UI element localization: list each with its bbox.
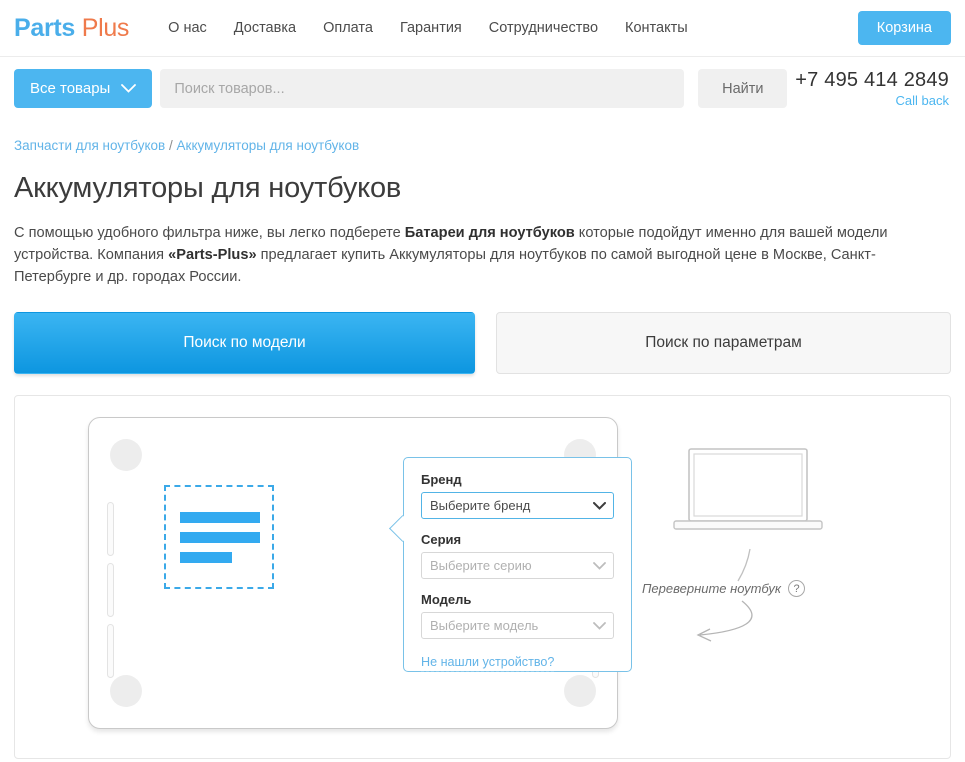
flip-laptop-hint-text: Переверните ноутбук ? [642, 580, 805, 597]
brand-select[interactable]: Выберите бренд [421, 492, 614, 519]
breadcrumb-separator: / [169, 138, 173, 153]
laptop-foot-icon [564, 675, 596, 707]
phone-number: +7 495 414 2849 [795, 69, 949, 92]
all-goods-label: Все товары [30, 80, 110, 97]
laptop-open-icon [622, 421, 922, 711]
chevron-down-icon [593, 622, 606, 630]
series-select-value: Выберите серию [430, 558, 532, 573]
contact-block: +7 495 414 2849 Call back [795, 69, 951, 108]
laptop-foot-icon [110, 439, 142, 471]
brand-field-label: Бренд [421, 472, 614, 487]
breadcrumb: Запчасти для ноутбуков / Аккумуляторы дл… [14, 138, 951, 153]
search-input[interactable] [160, 69, 684, 108]
search-mode-tabs: Поиск по модели Поиск по параметрам [14, 312, 951, 374]
main-navigation: О нас Доставка Оплата Гарантия Сотруднич… [168, 20, 688, 36]
brand-select-value: Выберите бренд [430, 498, 530, 513]
page-description: С помощью удобного фильтра ниже, вы легк… [14, 222, 944, 288]
page-content: Запчасти для ноутбуков / Аккумуляторы дл… [0, 138, 965, 374]
tab-search-by-model[interactable]: Поиск по модели [14, 312, 475, 374]
search-bar: Все товары Найти +7 495 414 2849 Call ba… [0, 57, 965, 118]
laptop-vent-slot-icon [107, 624, 114, 678]
laptop-label-sticker-icon [164, 485, 274, 589]
nav-item-payment[interactable]: Оплата [323, 20, 373, 36]
chevron-down-icon [121, 84, 136, 93]
sticker-line-icon [180, 532, 260, 543]
chevron-down-icon [593, 502, 606, 510]
series-select[interactable]: Выберите серию [421, 552, 614, 579]
description-bold-company: «Parts-Plus» [168, 247, 256, 263]
find-button[interactable]: Найти [698, 69, 787, 108]
site-logo[interactable]: Parts Plus [14, 14, 129, 43]
laptop-underside-illustration: Бренд Выберите бренд Серия Выберите сери… [88, 417, 618, 729]
nav-item-delivery[interactable]: Доставка [234, 20, 296, 36]
flip-laptop-hint: Переверните ноутбук ? [622, 421, 922, 711]
description-bold-batteries: Батареи для ноутбуков [405, 225, 575, 241]
page-title: Аккумуляторы для ноутбуков [14, 172, 951, 205]
help-question-icon[interactable]: ? [788, 580, 805, 597]
chevron-down-icon [593, 562, 606, 570]
nav-item-contacts[interactable]: Контакты [625, 20, 688, 36]
laptop-vent-slot-icon [107, 502, 114, 556]
sticker-line-icon [180, 512, 260, 523]
laptop-foot-icon [110, 675, 142, 707]
model-filter-form: Бренд Выберите бренд Серия Выберите сери… [403, 457, 632, 672]
logo-text-parts: Parts [14, 14, 75, 42]
nav-item-warranty[interactable]: Гарантия [400, 20, 462, 36]
hint-label: Переверните ноутбук [642, 581, 781, 596]
nav-item-cooperation[interactable]: Сотрудничество [489, 20, 598, 36]
tab-search-by-parameters[interactable]: Поиск по параметрам [496, 312, 951, 374]
breadcrumb-item-parent[interactable]: Запчасти для ноутбуков [14, 138, 165, 153]
model-field-label: Модель [421, 592, 614, 607]
description-part-1: С помощью удобного фильтра ниже, вы легк… [14, 225, 405, 241]
logo-text-plus: Plus [82, 14, 129, 42]
cart-button[interactable]: Корзина [858, 11, 951, 45]
call-back-link[interactable]: Call back [795, 93, 949, 108]
device-not-found-link[interactable]: Не нашли устройство? [421, 655, 554, 672]
nav-item-about[interactable]: О нас [168, 20, 207, 36]
model-select[interactable]: Выберите модель [421, 612, 614, 639]
laptop-vent-slot-icon [107, 563, 114, 617]
model-select-value: Выберите модель [430, 618, 538, 633]
all-goods-dropdown-button[interactable]: Все товары [14, 69, 152, 108]
breadcrumb-item-current[interactable]: Аккумуляторы для ноутбуков [177, 138, 360, 153]
series-field-label: Серия [421, 532, 614, 547]
model-selector-panel: Бренд Выберите бренд Серия Выберите сери… [14, 395, 951, 759]
site-header: Parts Plus О нас Доставка Оплата Гаранти… [0, 0, 965, 57]
sticker-line-icon [180, 552, 232, 563]
